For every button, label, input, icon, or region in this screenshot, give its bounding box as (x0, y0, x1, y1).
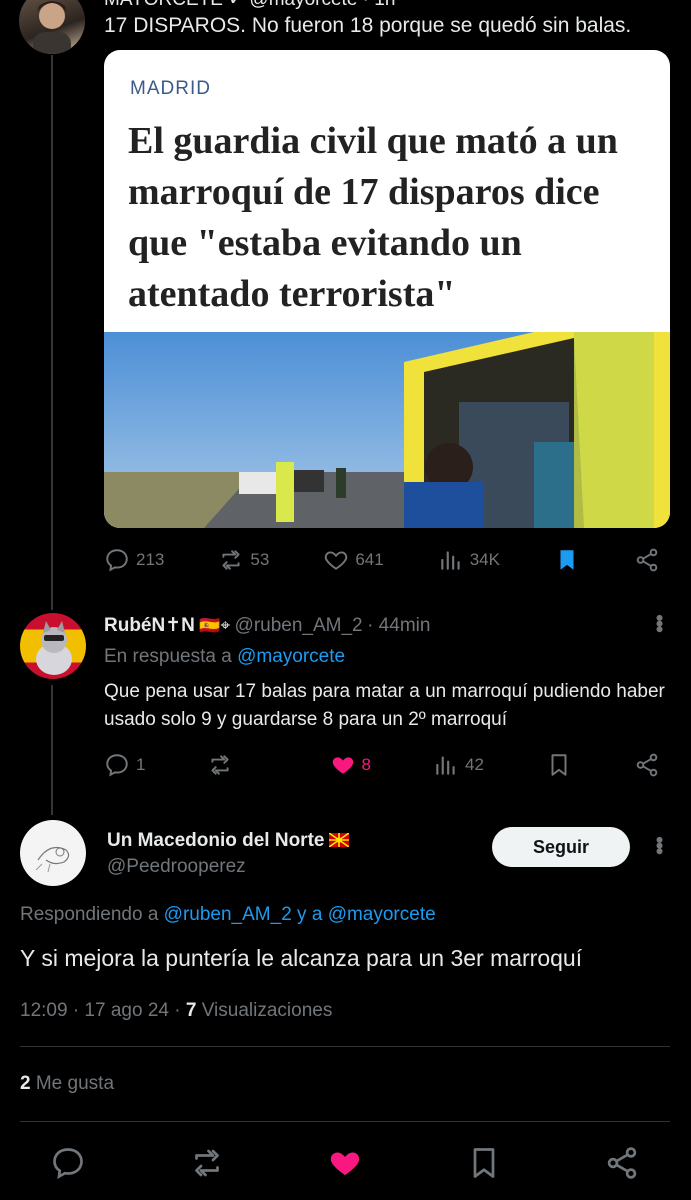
views-button[interactable]: 42 (433, 752, 484, 778)
repost-count: 53 (250, 550, 270, 569)
replying-prefix: Respondiendo a (20, 904, 159, 925)
like-count: 8 (361, 755, 371, 774)
bookmark-filled-icon (560, 550, 574, 570)
divider (20, 1046, 670, 1047)
card-headline: El guardia civil que mató a un marroquí … (128, 120, 618, 315)
bookmark-button[interactable] (554, 547, 580, 573)
replying-and: y a (297, 904, 323, 925)
avatar[interactable] (19, 0, 85, 54)
views-count: 7 (185, 1000, 197, 1021)
replying-user-link[interactable]: @ruben_AM_2 (164, 904, 292, 925)
reply-icon[interactable] (50, 1145, 86, 1181)
tweet-header: RubéN✝N 🇪🇸⌖ @ruben_AM_2 · 44min (104, 614, 430, 637)
reply-count: 213 (136, 550, 165, 569)
tweet-actions: 213 53 641 34K (104, 547, 660, 573)
reply-count: 1 (136, 755, 146, 774)
reply-button[interactable]: 213 (104, 547, 164, 573)
name-emojis: 🇪🇸⌖ (199, 616, 231, 635)
views-button[interactable]: 34K (438, 547, 500, 573)
reply-icon (106, 549, 128, 572)
action-bar (0, 1135, 691, 1195)
likes-label: Me gusta (35, 1073, 115, 1094)
like-button[interactable]: 8 (330, 752, 371, 778)
timestamp: · 44min (367, 615, 431, 636)
tweet-meta: 12:09 · 17 ago 24 · 7 Visualizaciones (20, 1000, 332, 1022)
reply-button[interactable]: 1 (104, 752, 145, 778)
share-button[interactable] (634, 547, 660, 573)
share-button[interactable] (634, 752, 660, 778)
card-kicker: MADRID (130, 78, 211, 99)
news-card[interactable]: MADRID El guardia civil que mató a un ma… (104, 50, 670, 528)
views-icon (436, 756, 455, 775)
heart-icon (325, 551, 348, 570)
reply-context: En respuesta a @mayorcete (104, 646, 345, 668)
repost-icon (211, 755, 230, 775)
tweet-text: Y si mejora la puntería le alcanza para … (20, 945, 583, 971)
tweet-text: Que pena usar 17 balas para matar a un m… (104, 681, 665, 730)
heart-filled-icon[interactable] (327, 1145, 363, 1181)
bookmark-icon[interactable] (466, 1145, 502, 1181)
bookmark-icon (551, 754, 567, 776)
follow-button[interactable]: Seguir (492, 827, 630, 867)
thread-line (51, 55, 53, 610)
share-icon[interactable] (604, 1145, 640, 1181)
views-icon (440, 551, 460, 570)
like-count: 641 (355, 550, 384, 569)
repost-icon[interactable] (189, 1145, 225, 1181)
views-count: 34K (469, 550, 500, 569)
flag-icon (328, 832, 350, 848)
replying-context: Respondiendo a @ruben_AM_2 y a @mayorcet… (20, 904, 436, 926)
tweet-header: MAYORCETE ✓ @mayorcete · 1h (104, 0, 395, 11)
avatar[interactable] (20, 820, 86, 886)
likes-summary[interactable]: 2 Me gusta (20, 1073, 114, 1095)
more-options-icon[interactable]: ••• (646, 836, 672, 853)
display-name[interactable]: RubéN✝N (104, 615, 195, 636)
heart-filled-icon (332, 757, 353, 774)
bookmark-button[interactable] (546, 752, 572, 778)
repost-button[interactable] (207, 752, 267, 778)
share-icon (636, 753, 658, 777)
thread-line (51, 685, 53, 815)
views-count: 42 (464, 755, 484, 774)
share-icon (636, 548, 658, 572)
avatar[interactable] (20, 613, 86, 679)
username[interactable]: @ruben_AM_2 (235, 615, 363, 636)
repost-icon (222, 550, 240, 570)
display-name[interactable]: Un Macedonio del Norte (107, 830, 324, 851)
reply-prefix: En respuesta a (104, 646, 232, 667)
news-photo (104, 332, 670, 528)
replying-user-link[interactable]: @mayorcete (328, 904, 436, 925)
more-options-icon[interactable]: ••• (646, 614, 672, 631)
like-button[interactable]: 641 (323, 547, 384, 573)
repost-button[interactable]: 53 (218, 547, 269, 573)
reply-to-link[interactable]: @mayorcete (237, 646, 345, 667)
username[interactable]: @Peedrooperez (107, 856, 246, 878)
main-name[interactable]: Un Macedonio del Norte (107, 830, 350, 852)
views-label: Visualizaciones (201, 1000, 333, 1021)
timestamp[interactable]: 12:09 · 17 ago 24 · (20, 1000, 181, 1021)
tweet-actions: 1 8 42 (104, 752, 660, 778)
tweet-text: 17 DISPAROS. No fueron 18 porque se qued… (104, 14, 632, 37)
likes-count: 2 (20, 1073, 31, 1094)
divider (20, 1121, 670, 1122)
reply-icon (106, 754, 128, 777)
